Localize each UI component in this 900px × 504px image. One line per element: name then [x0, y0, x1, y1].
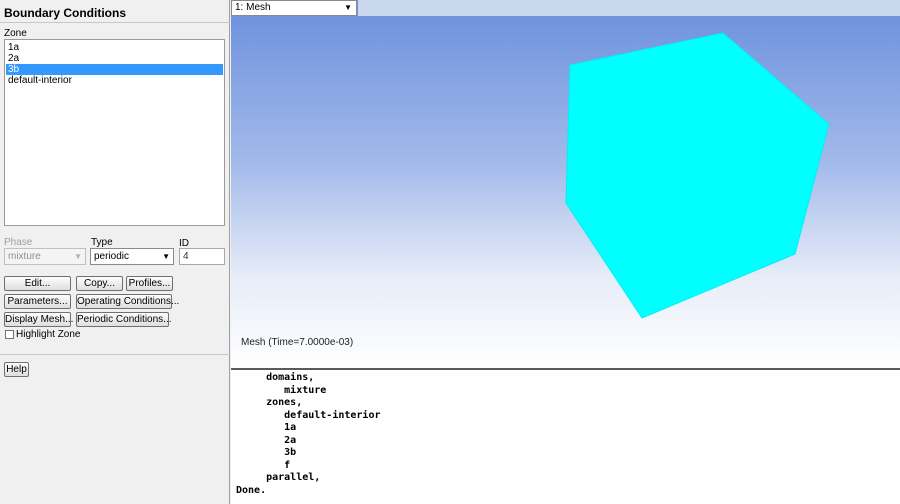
mesh-caption: Mesh (Time=7.0000e-03)	[241, 337, 354, 348]
zone-item-1a[interactable]: 1a	[6, 42, 223, 53]
console-line: 1a	[236, 422, 297, 433]
console-line: domains,	[236, 372, 315, 383]
chevron-down-icon: ▼	[74, 252, 82, 261]
copy-button[interactable]: Copy...	[76, 276, 123, 291]
type-select[interactable]: periodic ▼	[90, 248, 174, 265]
console-line: default-interior	[236, 410, 381, 421]
panel-title: Boundary Conditions	[4, 6, 126, 20]
console-line: f	[236, 460, 291, 471]
console-line: 2a	[236, 435, 297, 446]
zone-label: Zone	[4, 28, 27, 39]
mesh-cube	[565, 32, 830, 319]
periodic-conditions-button[interactable]: Periodic Conditions...	[76, 312, 172, 327]
mesh-display	[565, 32, 830, 319]
phase-label: Phase	[4, 237, 33, 248]
console-line: parallel,	[236, 472, 321, 483]
type-value: periodic	[94, 251, 130, 262]
divider	[0, 22, 230, 23]
phase-value: mixture	[8, 251, 41, 262]
zone-item-default-interior[interactable]: default-interior	[6, 75, 223, 86]
graphics-window[interactable]: 1: Mesh ▼ Mesh (Time=7.0000e-03)	[231, 0, 900, 368]
edit-button[interactable]: Edit...	[4, 276, 71, 291]
help-button[interactable]: Help	[4, 362, 29, 377]
boundary-conditions-panel: Boundary Conditions Zone 1a 2a 3b defaul…	[0, 0, 230, 504]
zone-item-2a[interactable]: 2a	[6, 53, 223, 64]
console-line: Done.	[236, 485, 267, 496]
console-line: 3b	[236, 447, 297, 458]
highlight-zone-checkbox[interactable]	[5, 330, 14, 339]
console-line: zones,	[236, 397, 303, 408]
divider	[0, 354, 230, 355]
zone-item-3b[interactable]: 3b	[6, 64, 223, 75]
console-line: mixture	[236, 385, 327, 396]
zone-list[interactable]: 1a 2a 3b default-interior	[4, 39, 225, 226]
operating-conditions-button[interactable]: Operating Conditions...	[76, 294, 179, 309]
console-output[interactable]: domains, mixture zones, default-interior…	[231, 368, 900, 504]
chevron-down-icon: ▼	[162, 252, 170, 261]
phase-select: mixture ▼	[4, 248, 86, 265]
parameters-button[interactable]: Parameters...	[4, 294, 71, 309]
divider	[231, 321, 900, 322]
type-label: Type	[91, 237, 113, 248]
display-mesh-button[interactable]: Display Mesh...	[4, 312, 73, 327]
id-field: 4	[179, 248, 225, 265]
profiles-button[interactable]: Profiles...	[126, 276, 173, 291]
highlight-zone-label: Highlight Zone	[16, 329, 81, 340]
